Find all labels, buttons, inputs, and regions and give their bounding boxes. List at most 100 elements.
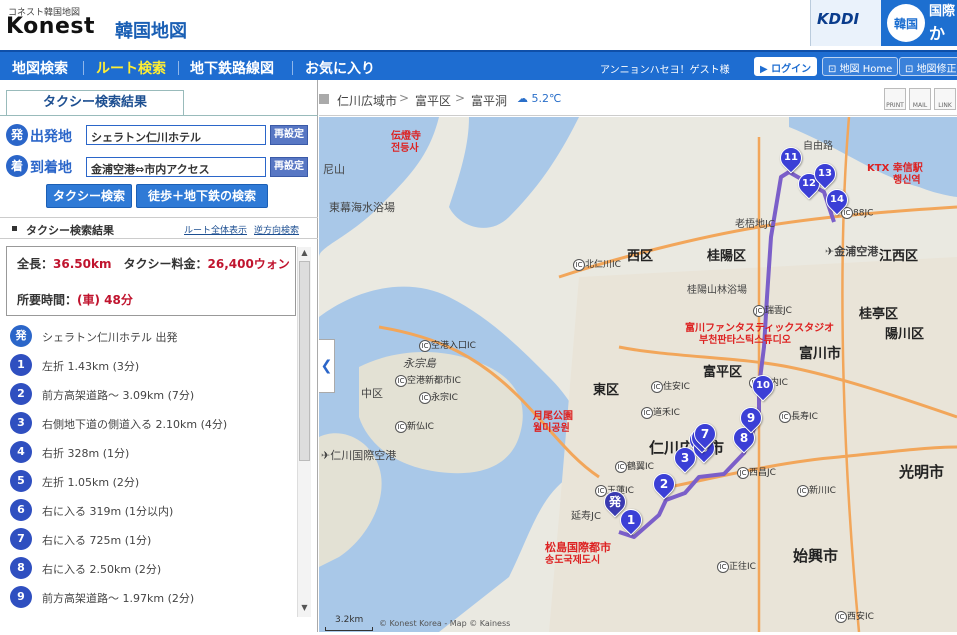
guest-greeting: アンニョンハセヨ！ゲスト様	[600, 65, 730, 76]
taxi-search-button[interactable]: タクシー検索	[46, 184, 132, 208]
step-number-icon: 1	[10, 354, 32, 376]
crumb-neighborhood[interactable]: 富平洞	[471, 92, 507, 109]
scroll-down-icon[interactable]: ▼	[299, 603, 310, 615]
sea-nw	[319, 117, 439, 257]
map-canvas[interactable]: 伝燈寺 전등사 尼山 東幕海水浴場 IC 北仁川IC 西区 桂陽区 桂陽山林浴場 …	[319, 117, 957, 632]
map-label-text: 仁川国際空港	[330, 449, 397, 462]
step-text: 右折 328m (1分)	[42, 447, 130, 460]
kddi-logo: KDDI	[817, 10, 860, 28]
tab-taxi-results[interactable]: タクシー検索結果	[6, 90, 184, 116]
marker-label: 11	[784, 152, 798, 163]
nav-route-search[interactable]: ルート検索	[96, 58, 166, 78]
map-label: 富平区	[703, 365, 743, 380]
map-label-text: 新川IC	[809, 486, 836, 496]
marker-label: 14	[830, 194, 844, 205]
chevron-left-icon: ❮	[320, 358, 333, 374]
crumb-city[interactable]: 仁川広域市	[337, 92, 397, 109]
map-label: IC 住安IC	[651, 379, 690, 393]
print-icon[interactable]: PRINT	[884, 88, 906, 110]
time-value: (車) 48分	[77, 293, 133, 307]
map-label: IC 鶴翼IC	[615, 459, 654, 473]
map-label: 陽川区	[885, 327, 925, 342]
crumb-separator: >	[455, 91, 466, 105]
konest-logo[interactable]: Konest	[6, 14, 95, 39]
step-text: 右に入る 2.50km (2分)	[42, 563, 162, 576]
step-text: シェラトン仁川ホテル 出発	[42, 331, 178, 344]
step-scrollbar[interactable]: ▲ ▼	[297, 247, 311, 617]
map-label: JC 西昌JC	[737, 465, 776, 479]
ic-icon: IC	[395, 420, 407, 433]
nav-map-search[interactable]: 地図検索	[12, 58, 68, 78]
breadcrumb: 仁川広域市 > 富平区 > 富平洞 ☁ 5.2℃ PRINT MAIL LINK	[319, 80, 957, 116]
crumb-separator: >	[399, 91, 410, 105]
map-label: IC 新川IC	[797, 483, 836, 497]
scroll-thumb[interactable]	[299, 261, 310, 461]
map-label: ✈金浦空港	[825, 243, 878, 259]
step-number-icon: 6	[10, 499, 32, 521]
full-route-link[interactable]: ルート全体表示	[184, 223, 247, 236]
nav-divider	[178, 61, 179, 75]
map-label: 中区	[361, 387, 383, 400]
map-label: 江西区	[879, 249, 919, 264]
map-label-text: 空港新都市IC	[407, 376, 461, 386]
banner-text-top: 国際	[929, 4, 956, 19]
step-number-icon: 4	[10, 441, 32, 463]
ic-icon: IC	[797, 484, 809, 497]
header: コネスト韓国地図 Konest 韓国地図 KDDI 韓国 国際 かけ	[0, 0, 957, 67]
origin-reset-button[interactable]: 再設定	[270, 125, 308, 145]
distance-fare-line: 全長：36.50km タクシー料金：26,400ウォン	[17, 255, 290, 272]
ic-icon: IC	[615, 460, 627, 473]
step-text: 右に入る 725m (1分)	[42, 534, 152, 547]
map-label: 전등사	[391, 143, 419, 154]
ic-icon: IC	[573, 258, 585, 271]
login-button[interactable]: ▶ ログイン	[754, 57, 818, 76]
map-fix-button[interactable]: ⊡ 地図修正	[899, 57, 957, 76]
kddi-banner[interactable]: KDDI 韓国 国際 かけ	[810, 0, 957, 67]
step-text: 左折 1.43km (3分)	[42, 360, 140, 373]
map-copyright: © Konest Korea - Map © Kainess	[379, 619, 511, 628]
map-label: 光明市	[899, 463, 945, 481]
map-home-button[interactable]: ⊡ 地図 Home	[822, 57, 899, 76]
bullet-icon	[12, 226, 17, 231]
time-label: 所要時間：	[17, 293, 78, 307]
step-number-icon: 8	[10, 557, 32, 579]
crumb-district[interactable]: 富平区	[415, 92, 451, 109]
collapse-panel-button[interactable]: ❮	[319, 339, 335, 393]
main-nav: 地図検索 ルート検索 地下鉄路線図 お気に入り アンニョンハセヨ！ゲスト様 ▶ …	[0, 50, 957, 80]
mail-icon[interactable]: MAIL	[909, 88, 931, 110]
origin-field[interactable]: シェラトン仁川ホテル	[86, 125, 266, 145]
weather-info[interactable]: ☁ 5.2℃	[517, 92, 561, 105]
map-icon: ⊡	[828, 64, 840, 75]
map-label: IC 新仏IC	[395, 419, 434, 433]
map-label-text: 瑞雲JC	[765, 306, 792, 316]
step-text: 左折 1.05km (2分)	[42, 476, 140, 489]
link-icon[interactable]: LINK	[934, 88, 956, 110]
ic-icon: IC	[641, 406, 653, 419]
map-label: 自由路	[803, 141, 833, 152]
map-label: 桂陽区	[707, 249, 747, 264]
reverse-search-link[interactable]: 逆方向検索	[254, 223, 299, 236]
map-label: 부천판타스틱스튜디오	[699, 335, 791, 346]
map-icon: ⊡	[905, 64, 917, 75]
map-label-text: 西昌JC	[749, 468, 776, 478]
strait	[449, 117, 579, 228]
scroll-up-icon[interactable]: ▲	[299, 248, 310, 260]
map-label-text: 西安IC	[847, 612, 874, 622]
fare-label: タクシー料金：	[123, 257, 208, 271]
logo-subtitle[interactable]: 韓国地図	[115, 17, 187, 43]
results-header: タクシー検索結果 ルート全体表示 逆方向検索	[0, 217, 318, 239]
airplane-icon: ✈	[321, 449, 331, 462]
nav-favorites[interactable]: お気に入り	[305, 58, 375, 78]
step-number-icon: 2	[10, 383, 32, 405]
crumb-arrow-icon	[319, 94, 329, 104]
dest-field[interactable]: 金浦空港⇔市内アクセス	[86, 157, 266, 177]
dest-reset-button[interactable]: 再設定	[270, 157, 308, 177]
map-label-text: 新仏IC	[407, 422, 434, 432]
marker-label: 9	[746, 411, 756, 425]
marker-label: 2	[659, 477, 669, 491]
map-label: IC 正往IC	[717, 559, 756, 573]
route-panel: タクシー検索結果 発 出発地 シェラトン仁川ホテル 再設定 着 到着地 金浦空港…	[0, 80, 318, 632]
map-label: 桂亭区	[859, 307, 899, 322]
nav-subway-map[interactable]: 地下鉄路線図	[190, 58, 274, 78]
walk-subway-search-button[interactable]: 徒歩＋地下鉄の検索	[136, 184, 268, 208]
